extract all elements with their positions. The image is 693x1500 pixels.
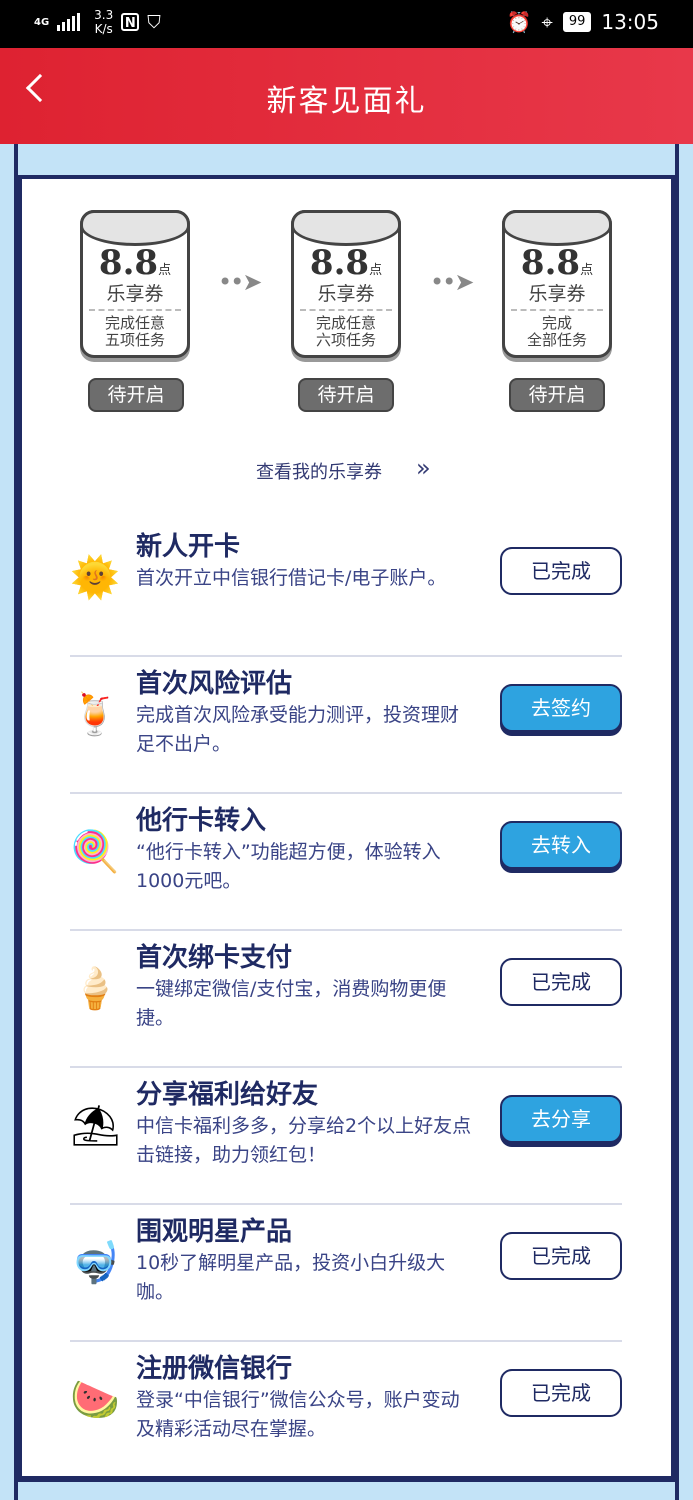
network-speed: 3.3 K/s [94,8,114,36]
voucher-card: 8.8点 乐享券 完成 全部任务 [502,210,612,358]
clock: 13:05 [601,10,659,34]
ice-cream-icon: 🍦 [70,966,120,1012]
battery-icon: 99 [562,12,592,32]
pending-button[interactable]: 待开启 [88,378,184,412]
arrow-right-icon: ••➤ [430,268,474,296]
cocktail-icon: 🍹 [70,692,120,738]
completed-button[interactable]: 已完成 [500,1232,622,1280]
completed-button[interactable]: 已完成 [500,547,622,595]
task-title: 他行卡转入 [136,806,267,836]
task-title: 新人开卡 [136,532,241,562]
task-title: 首次风险评估 [136,669,293,699]
alarm-icon: ⏰ [506,10,532,34]
task-description: 登录“中信银行”微信公众号，账户变动及精彩活动尽在掌握。 [136,1389,460,1440]
task-title: 注册微信银行 [136,1354,293,1384]
network-indicator: 4G [34,16,50,28]
watermelon-icon: 🍉 [70,1377,120,1423]
task-title: 首次绑卡支付 [136,943,293,973]
pending-button[interactable]: 待开启 [298,378,394,412]
popsicle-icon: 🍭 [70,829,120,875]
signal-icon [57,13,81,31]
voucher-card: 8.8点 乐享券 完成任意 六项任务 [291,210,401,358]
voucher-card: 8.8点 乐享券 完成任意 五项任务 [80,210,190,358]
share-button[interactable]: 去分享 [500,1095,622,1143]
completed-button[interactable]: 已完成 [500,1369,622,1417]
task-title: 围观明星产品 [136,1217,293,1247]
task-description: 一键绑定微信/支付宝，消费购物更便捷。 [136,978,447,1029]
task-description: 首次开立中信银行借记卡/电子账户。 [136,567,447,589]
location-icon: ⌖ [541,10,553,34]
task-item: 🤿 围观明星产品 10秒了解明星产品，投资小白升级大咖。 已完成 [70,1205,622,1342]
task-description: 中信卡福利多多，分享给2个以上好友点击链接，助力领红包！ [136,1115,472,1166]
task-description: “他行卡转入”功能超方便，体验转入1000元吧。 [136,841,441,892]
task-item: 🍹 首次风险评估 完成首次风险承受能力测评，投资理财足不出户。 去签约 [70,657,622,794]
task-title: 分享福利给好友 [136,1080,319,1110]
task-item: ⛱ 分享福利给好友 中信卡福利多多，分享给2个以上好友点击链接，助力领红包！ 去… [70,1068,622,1205]
page-title: 新客见面礼 [266,84,427,119]
shield-icon: ⛉ [147,11,161,33]
task-description: 10秒了解明星产品，投资小白升级大咖。 [136,1252,446,1303]
voucher-progress: 8.8点 乐享券 完成任意 五项任务 ••➤ 8.8点 乐享券 完成任意 六项任务 … [80,210,620,420]
status-bar: 4G 3.3 K/s N ⛉ ⏰ ⌖ 99 13:05 [0,0,693,48]
pending-button[interactable]: 待开启 [509,378,605,412]
sign-button[interactable]: 去签约 [500,684,622,732]
task-item: 🍦 首次绑卡支付 一键绑定微信/支付宝，消费购物更便捷。 已完成 [70,931,622,1068]
nfc-icon: N [121,13,140,31]
snorkel-icon: 🤿 [70,1240,120,1286]
task-description: 完成首次风险承受能力测评，投资理财足不出户。 [136,704,460,755]
task-list: 🌞 新人开卡 首次开立中信银行借记卡/电子账户。 已完成 🍹 首次风险评估 完成… [70,520,622,1477]
beach-umbrella-icon: ⛱ [70,1103,121,1149]
view-vouchers-link[interactable]: 查看我的乐享券 [256,458,382,484]
arrow-right-icon: ••➤ [218,268,262,296]
frame-bottom [14,1478,679,1482]
task-item: 🍉 注册微信银行 登录“中信银行”微信公众号，账户变动及精彩活动尽在掌握。 已完… [70,1342,622,1477]
app-header: 新客见面礼 [0,48,693,144]
double-chevron-icon[interactable]: » [416,454,431,482]
task-item: 🍭 他行卡转入 “他行卡转入”功能超方便，体验转入1000元吧。 去转入 [70,794,622,931]
sun-icon: 🌞 [70,555,120,601]
transfer-button[interactable]: 去转入 [500,821,622,869]
completed-button[interactable]: 已完成 [500,958,622,1006]
task-item: 🌞 新人开卡 首次开立中信银行借记卡/电子账户。 已完成 [70,520,622,657]
